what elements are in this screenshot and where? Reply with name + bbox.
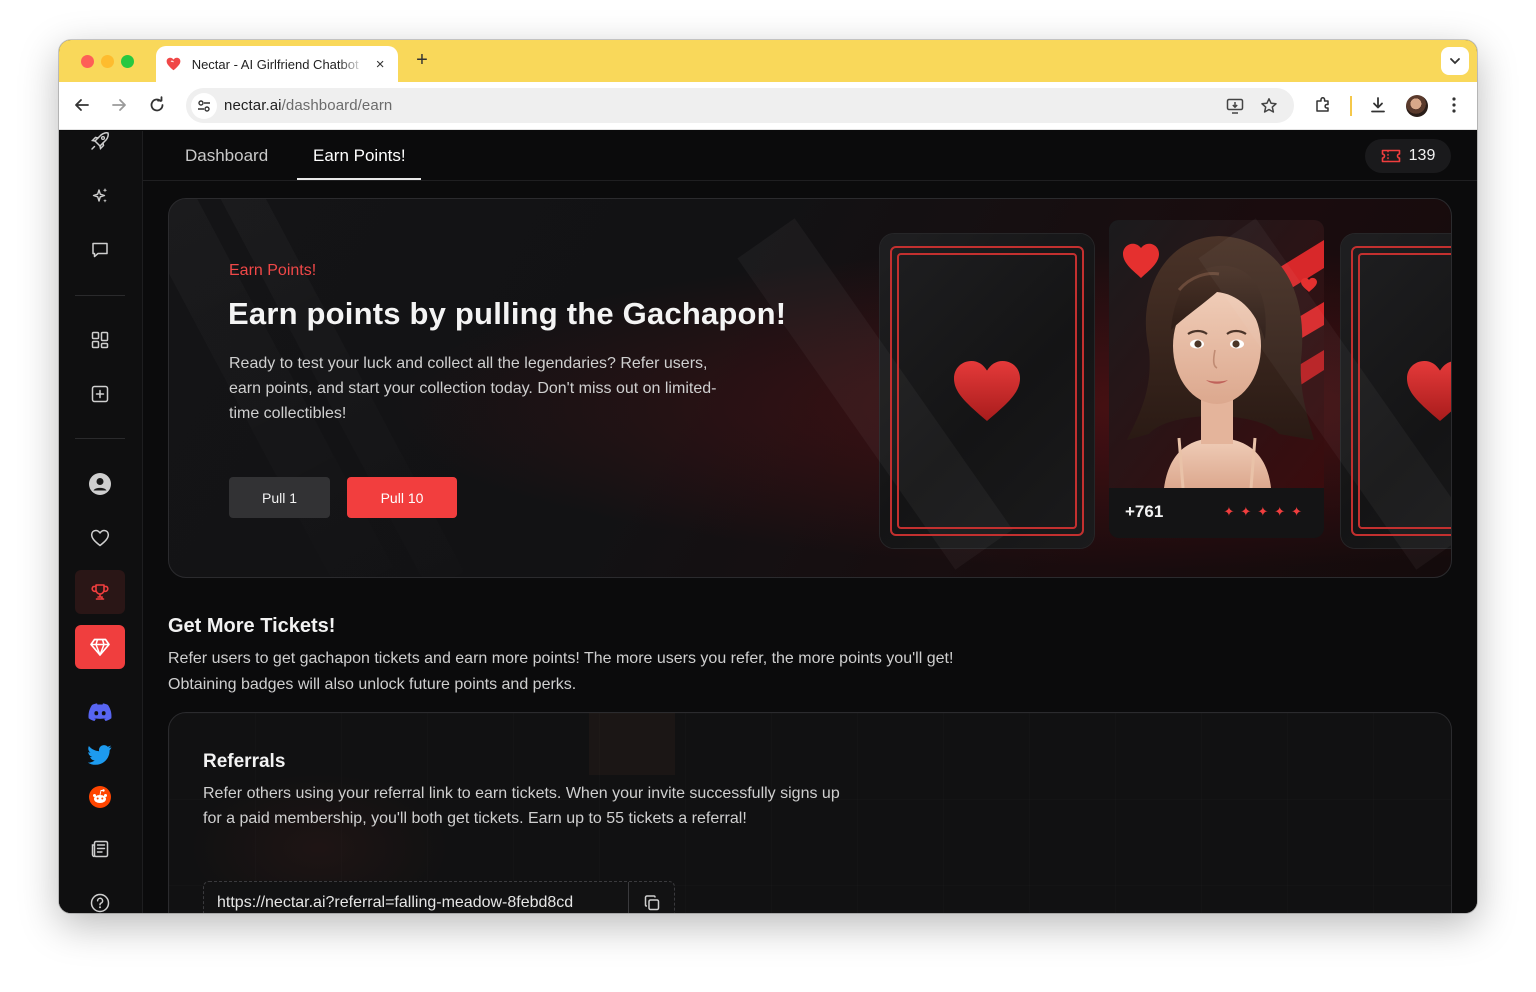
reload-button[interactable] [146, 94, 168, 116]
referral-link-text[interactable]: https://nectar.ai?referral=falling-meado… [217, 894, 573, 912]
url-text: nectar.ai/dashboard/earn [224, 97, 393, 114]
newspaper-icon [91, 840, 109, 858]
new-tab-button[interactable]: + [411, 49, 433, 72]
referrals-description: Refer others using your referral link to… [203, 785, 840, 827]
hero-kicker: Earn Points! [229, 262, 317, 279]
trophy-icon [91, 584, 109, 600]
tab-earn-points[interactable]: Earn Points! [313, 146, 406, 166]
ticket-count: 139 [1408, 147, 1436, 164]
extensions-button[interactable] [1312, 94, 1334, 116]
browser-toolbar: nectar.ai/dashboard/earn [59, 82, 1477, 130]
sidebar-item-chats[interactable] [75, 228, 125, 272]
tab-title: Nectar - AI Girlfriend Chatbot [191, 56, 359, 72]
sidebar-divider [75, 438, 125, 439]
discord-icon [88, 703, 112, 721]
referrals-title: Referrals [203, 751, 286, 772]
pull-1-button[interactable]: Pull 1 [229, 477, 330, 518]
reddit-icon [89, 786, 111, 808]
top-nav: Dashboard Earn Points! 139 [143, 131, 1477, 181]
section-title: Get More Tickets! [168, 615, 336, 637]
downloads-button[interactable] [1367, 94, 1389, 116]
chat-icon [92, 242, 108, 258]
grid-icon [91, 331, 109, 349]
site-info-icon[interactable] [191, 93, 217, 119]
arrow-right-icon [112, 99, 126, 111]
gacha-card-back [1198, 218, 1451, 570]
bookmark-star-icon[interactable] [1258, 95, 1280, 117]
rarity-stars: ✦✦✦✦✦ [1223, 504, 1308, 519]
back-button[interactable] [71, 94, 93, 116]
maximize-window-button[interactable] [121, 55, 134, 68]
kebab-menu-icon [1452, 97, 1456, 113]
hero-description: Ready to test your luck and collect all … [229, 355, 717, 422]
close-window-button[interactable] [81, 55, 94, 68]
referrals-card: Referrals Refer others using your referr… [168, 712, 1452, 913]
chevron-down-icon [1450, 58, 1460, 65]
profile-avatar[interactable] [1406, 95, 1428, 117]
heart-icon [90, 529, 110, 547]
referral-link-field[interactable]: https://nectar.ai?referral=falling-meado… [203, 881, 675, 913]
sidebar-item-create[interactable] [75, 372, 125, 416]
reload-icon [150, 96, 164, 112]
active-tab-indicator [297, 178, 421, 180]
heart-icon [954, 361, 1020, 421]
browser-tab[interactable]: Nectar - AI Girlfriend Chatbot × [156, 46, 398, 82]
gem-icon [90, 638, 110, 656]
rocket-icon [90, 132, 109, 151]
sidebar-item-discover[interactable] [75, 174, 125, 218]
plus-square-icon [91, 385, 109, 403]
sidebar-item-explore[interactable] [75, 131, 125, 163]
sidebar [59, 131, 143, 913]
nectar-favicon-icon [166, 56, 182, 72]
install-app-icon[interactable] [1224, 95, 1246, 117]
gachapon-hero: Earn Points! Earn points by pulling the … [168, 198, 1452, 578]
twitter-icon [88, 745, 112, 765]
tab-search-button[interactable] [1441, 47, 1469, 75]
sparkles-icon [92, 188, 108, 203]
sidebar-item-twitter[interactable] [75, 733, 125, 777]
forward-button[interactable] [108, 94, 130, 116]
sidebar-item-earn[interactable] [75, 625, 125, 669]
gacha-card-back [737, 218, 1094, 570]
section-description: Refer users to get gachapon tickets and … [168, 650, 954, 693]
sidebar-item-collection[interactable] [75, 318, 125, 362]
sidebar-item-blog[interactable] [75, 827, 125, 871]
puzzle-icon [1316, 96, 1329, 112]
ticket-balance[interactable]: 139 [1365, 139, 1451, 173]
pull-10-button[interactable]: Pull 10 [347, 477, 457, 518]
copy-link-button[interactable] [628, 882, 674, 913]
app-viewport: Dashboard Earn Points! 139 Earn Points! … [59, 131, 1477, 913]
sidebar-item-leaderboard[interactable] [75, 570, 125, 614]
browser-window: Nectar - AI Girlfriend Chatbot × + necta… [59, 40, 1477, 913]
browser-menu-button[interactable] [1443, 94, 1465, 116]
sidebar-item-discord[interactable] [75, 690, 125, 734]
sidebar-item-reddit[interactable] [75, 775, 125, 819]
address-bar[interactable]: nectar.ai/dashboard/earn [186, 88, 1294, 123]
copy-icon [644, 895, 659, 911]
character-points: +761 [1125, 502, 1164, 521]
download-icon [1371, 97, 1385, 113]
arrow-left-icon [75, 99, 89, 111]
sidebar-item-help[interactable] [75, 881, 125, 913]
minimize-window-button[interactable] [101, 55, 114, 68]
toolbar-divider [1350, 96, 1352, 116]
user-icon [89, 473, 111, 495]
tab-close-icon[interactable]: × [372, 56, 388, 73]
title-bar: Nectar - AI Girlfriend Chatbot × + [59, 40, 1477, 82]
tab-dashboard[interactable]: Dashboard [185, 146, 268, 166]
heart-icon [1407, 361, 1451, 421]
sidebar-divider [75, 295, 125, 296]
hero-title: Earn points by pulling the Gachapon! [228, 296, 787, 331]
help-icon [90, 893, 110, 913]
sidebar-item-favorites[interactable] [75, 516, 125, 560]
sidebar-item-profile[interactable] [75, 462, 125, 506]
ticket-icon [1381, 149, 1400, 163]
